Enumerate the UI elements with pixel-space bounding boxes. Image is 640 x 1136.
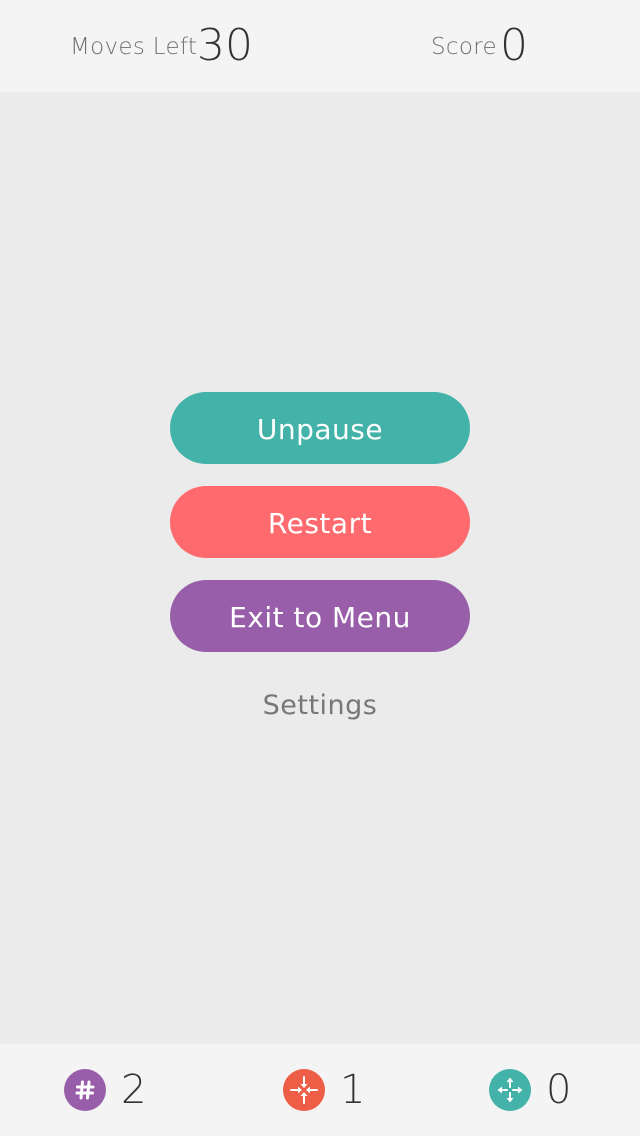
collapse-arrows-icon[interactable]	[283, 1069, 325, 1111]
unpause-button[interactable]: Unpause	[170, 392, 470, 464]
expand-arrows-icon[interactable]	[489, 1069, 531, 1111]
powerup-expand: 0	[489, 1066, 571, 1114]
powerup-count-collapse: 1	[340, 1067, 366, 1113]
powerup-hash: 2	[64, 1066, 146, 1114]
hash-icon[interactable]	[64, 1069, 106, 1111]
score-value: 0	[500, 20, 528, 71]
exit-to-menu-button[interactable]: Exit to Menu	[170, 580, 470, 652]
collapse-arrows-glyph	[290, 1076, 318, 1104]
top-bar: Moves Left 30 Score 0	[0, 0, 640, 92]
restart-button[interactable]: Restart	[170, 486, 470, 558]
powerup-collapse: 1	[283, 1066, 365, 1114]
settings-link[interactable]: Settings	[170, 690, 470, 721]
hash-glyph	[75, 1080, 95, 1100]
moves-left-label: Moves Left	[70, 34, 198, 60]
powerup-count-expand: 0	[546, 1067, 572, 1113]
moves-left-value: 30	[197, 20, 253, 71]
powerup-count-hash: 2	[121, 1067, 147, 1113]
expand-arrows-glyph	[497, 1077, 523, 1103]
powerup-bar: 2 1 0	[0, 1044, 640, 1136]
score-label: Score	[431, 34, 497, 60]
